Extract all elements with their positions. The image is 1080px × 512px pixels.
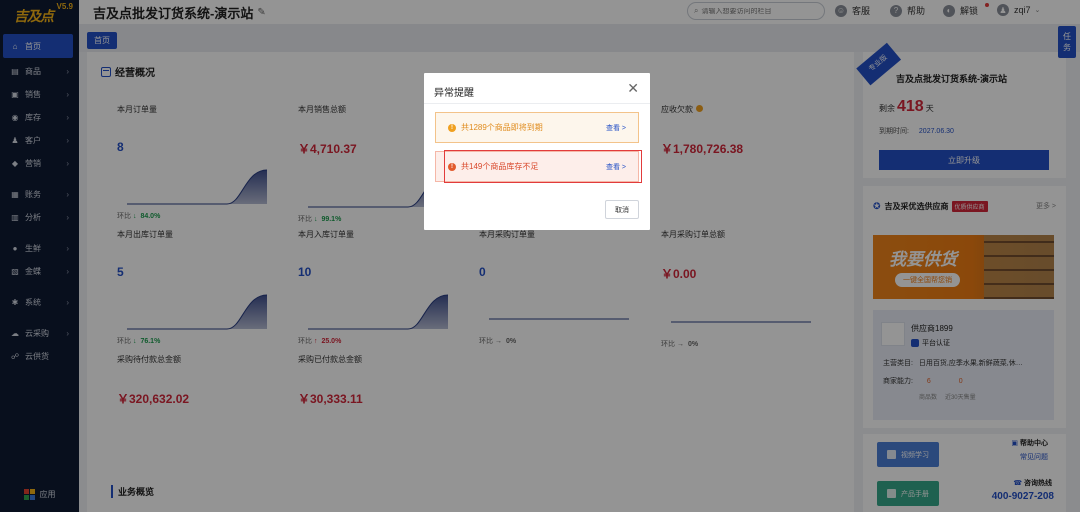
cancel-button[interactable]: 取消 [605,200,639,219]
divider [424,103,650,104]
view-expiring-link[interactable]: 查看 > [606,123,626,133]
expiring-goods-alert: ! 共1289个商品即将到期 查看 > [435,112,639,143]
warning-icon: ! [448,123,456,132]
modal-title: 异常提醒 [434,88,474,99]
highlight-frame [444,150,642,183]
close-icon[interactable]: ✕ [627,80,639,97]
